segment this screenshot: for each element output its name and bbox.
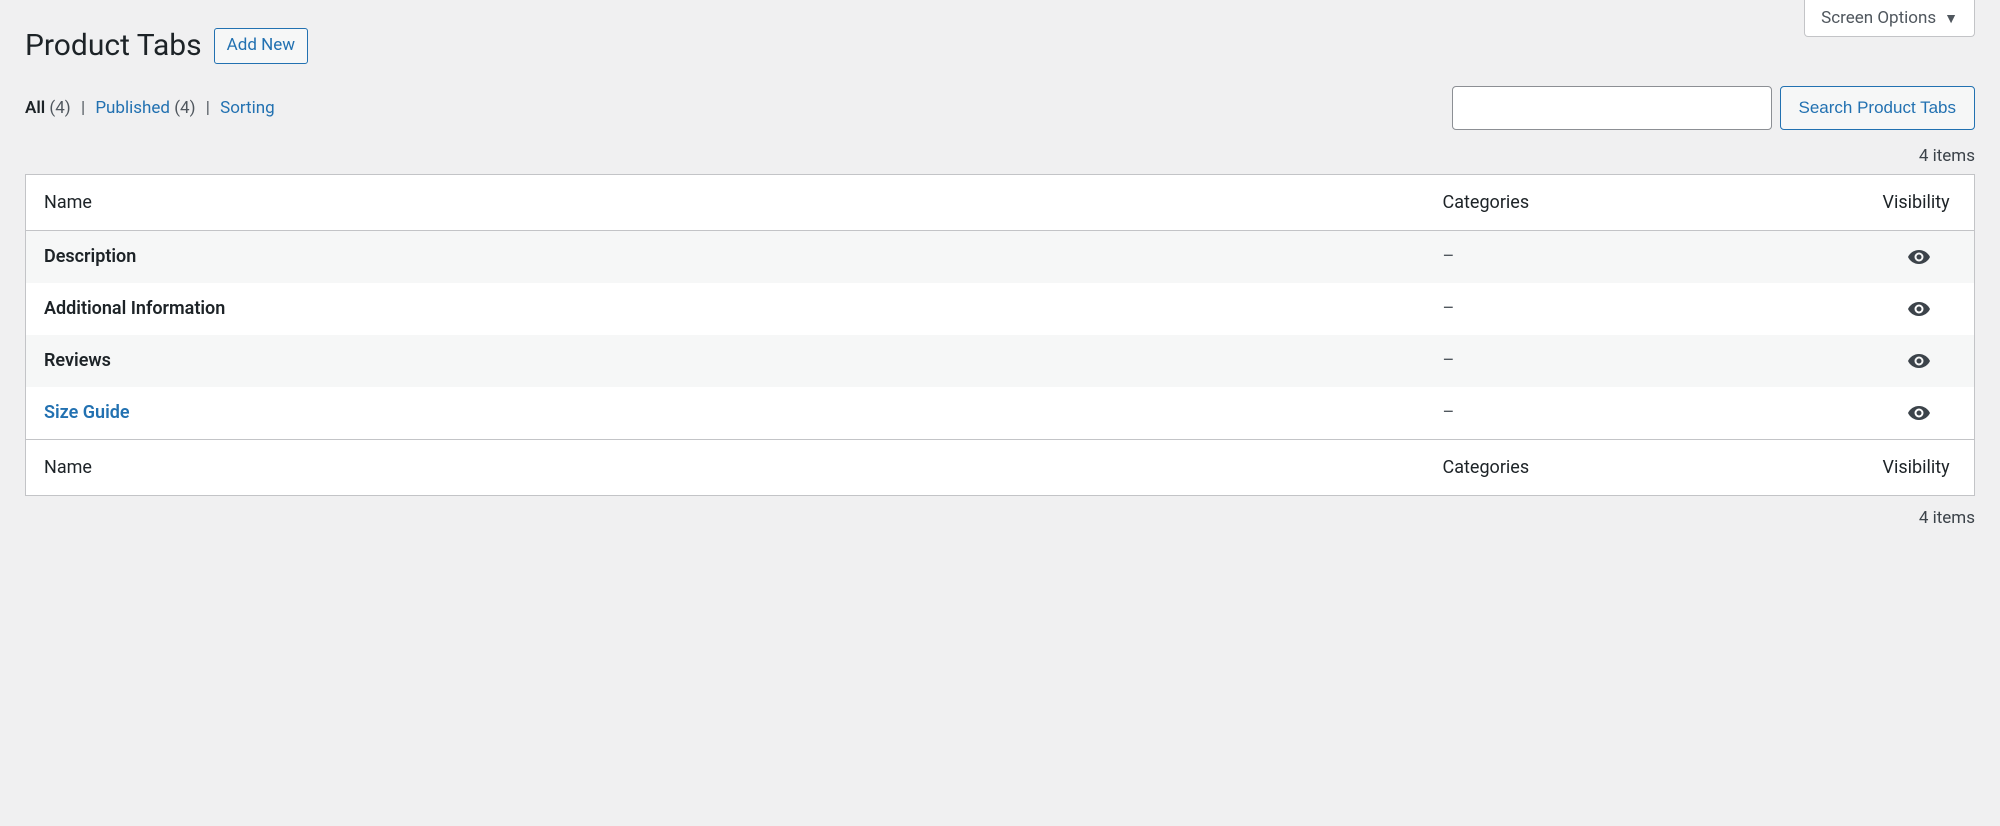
search-input[interactable] xyxy=(1452,86,1772,130)
product-tabs-table: Name Categories Visibility Description–A… xyxy=(25,174,1975,497)
filter-all[interactable]: All (4) xyxy=(25,98,75,118)
row-categories: – xyxy=(1443,350,1455,371)
col-header-categories[interactable]: Categories xyxy=(1425,174,1865,230)
status-filters: All (4) | Published (4) | Sorting xyxy=(25,98,275,118)
tablenav-bottom: 4 items xyxy=(25,508,1975,528)
row-title[interactable]: Description xyxy=(44,246,136,267)
eye-icon xyxy=(1907,245,1931,269)
filter-sorting[interactable]: Sorting xyxy=(220,98,275,118)
row-categories: – xyxy=(1443,298,1455,319)
col-header-visibility[interactable]: Visibility xyxy=(1865,174,1975,230)
row-title[interactable]: Size Guide xyxy=(44,402,130,423)
row-visibility[interactable] xyxy=(1865,283,1975,335)
screen-options-label: Screen Options xyxy=(1821,8,1936,28)
eye-icon xyxy=(1907,401,1931,425)
tablenav-top: 4 items xyxy=(25,146,1975,166)
row-categories: – xyxy=(1443,402,1455,423)
search-button[interactable]: Search Product Tabs xyxy=(1780,86,1976,130)
filter-published[interactable]: Published (4) xyxy=(95,98,199,118)
add-new-button[interactable]: Add New xyxy=(214,28,308,64)
page-title: Product Tabs xyxy=(25,28,202,63)
row-visibility[interactable] xyxy=(1865,387,1975,440)
screen-options-toggle[interactable]: Screen Options ▼ xyxy=(1804,0,1975,37)
chevron-down-icon: ▼ xyxy=(1944,10,1958,27)
table-row: Reviews – xyxy=(26,335,1975,387)
col-footer-visibility: Visibility xyxy=(1865,439,1975,495)
row-visibility[interactable] xyxy=(1865,335,1975,387)
items-count-bottom: 4 items xyxy=(1919,508,1975,528)
eye-icon xyxy=(1907,349,1931,373)
row-title[interactable]: Reviews xyxy=(44,350,111,371)
col-footer-categories: Categories xyxy=(1425,439,1865,495)
col-header-name[interactable]: Name xyxy=(26,174,1425,230)
table-row: Size Guide – xyxy=(26,387,1975,440)
col-footer-name: Name xyxy=(26,439,1425,495)
items-count-top: 4 items xyxy=(1919,146,1975,166)
row-visibility[interactable] xyxy=(1865,230,1975,283)
eye-icon xyxy=(1907,297,1931,321)
row-title[interactable]: Additional Information xyxy=(44,298,225,319)
table-row: Description – xyxy=(26,230,1975,283)
table-row: Additional Information – xyxy=(26,283,1975,335)
row-categories: – xyxy=(1443,246,1455,267)
